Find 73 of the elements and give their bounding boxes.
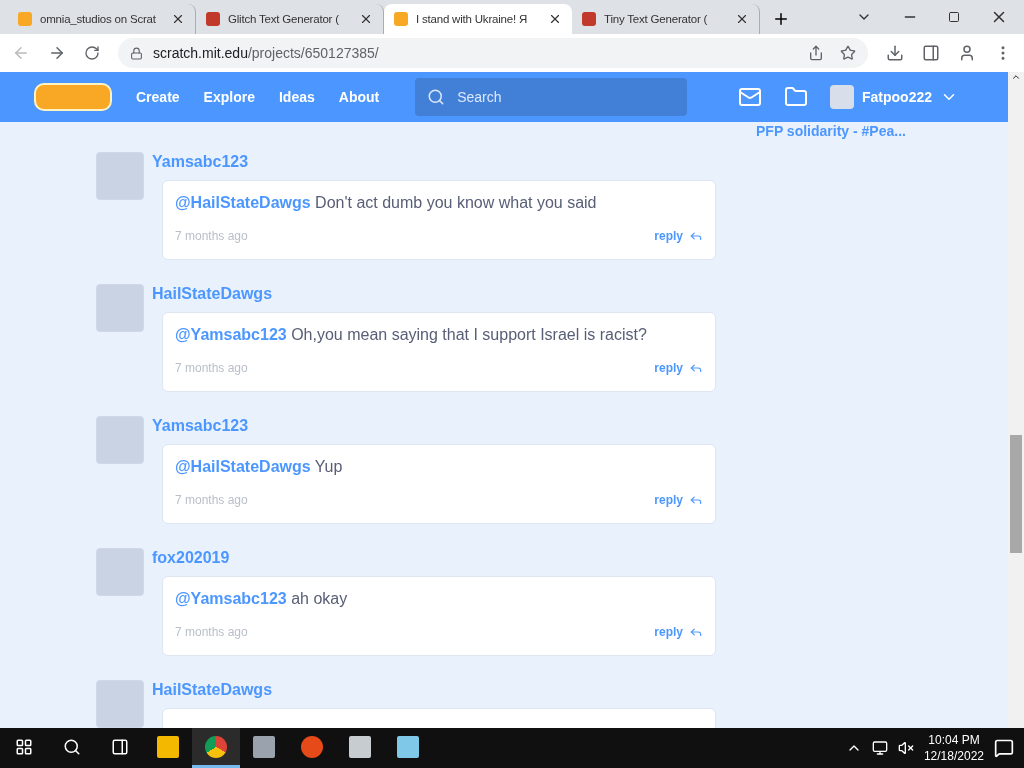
close-icon[interactable] [548, 12, 562, 26]
close-icon[interactable] [171, 12, 185, 26]
taskbar-app[interactable] [192, 728, 240, 768]
browser-tab[interactable]: I stand with Ukraine! Я [384, 4, 572, 34]
reply-link[interactable]: reply [654, 625, 703, 639]
avatar-icon [830, 85, 854, 109]
favicon-icon [582, 12, 596, 26]
reply-link[interactable]: reply [654, 361, 703, 375]
muted-speaker-icon[interactable] [897, 740, 914, 756]
mention-link[interactable]: @Yamsabc123 [175, 590, 287, 607]
notification-icon[interactable] [994, 738, 1014, 758]
profile-icon[interactable] [958, 44, 976, 62]
comment-author[interactable]: Yamsabc123 [152, 152, 716, 172]
username[interactable]: Fatpoo222 [862, 89, 932, 105]
nav-link[interactable]: Explore [191, 89, 267, 105]
star-icon[interactable] [840, 45, 856, 61]
reply-link[interactable]: reply [654, 229, 703, 243]
app-icon [157, 735, 179, 758]
comment-time: 7 months ago [175, 625, 248, 639]
scrollbar-thumb[interactable] [1010, 435, 1022, 553]
scroll-up-icon[interactable] [1011, 72, 1021, 82]
task-view-icon[interactable] [111, 737, 129, 756]
nav-link[interactable]: Create [124, 89, 192, 105]
address-bar[interactable]: scratch.mit.edu/projects/650127385/ [118, 38, 868, 68]
comment-author[interactable]: HailStateDawgs [152, 680, 716, 700]
lock-icon [130, 46, 143, 60]
network-icon[interactable] [871, 740, 888, 756]
comment-text: @HailStateDawgs Yup [175, 457, 344, 477]
comment-text: @HailStateDawgs Don't act dumb you know what you said [175, 193, 598, 213]
reply-link[interactable]: reply [654, 493, 703, 507]
app-icon [349, 735, 371, 758]
comment-text: @Yamsabc123 Oh,you mean saying that I support Israel is racist? [175, 325, 648, 345]
favicon-icon [18, 12, 32, 26]
close-icon[interactable] [735, 12, 749, 26]
search-field[interactable]: Search [415, 78, 688, 116]
comment-text: @Yamsabc123 ah okay [175, 589, 349, 609]
comment-time: 7 months ago [175, 229, 248, 243]
folder-icon[interactable] [784, 85, 808, 109]
side-panel-icon[interactable] [922, 44, 940, 62]
clock[interactable]: 10:04 PM 12/18/2022 [923, 732, 984, 764]
forward-icon[interactable] [48, 44, 66, 62]
download-icon[interactable] [886, 44, 904, 62]
maximize-icon[interactable] [948, 11, 960, 23]
comment-author[interactable]: Yamsabc123 [152, 416, 716, 436]
comment-author[interactable]: fox202019 [152, 548, 716, 568]
search-input[interactable]: Search [455, 88, 676, 106]
app-icon [301, 735, 323, 758]
start-icon[interactable] [15, 737, 33, 756]
search-icon [427, 88, 446, 106]
new-tab-icon[interactable] [772, 10, 790, 28]
mail-icon[interactable] [738, 85, 762, 109]
reply-icon [689, 493, 703, 507]
favicon-icon [206, 12, 220, 26]
reload-icon[interactable] [84, 45, 100, 61]
close-icon[interactable] [359, 12, 373, 26]
app-icon [397, 735, 419, 758]
nav-link[interactable]: Ideas [266, 89, 327, 105]
comment-author[interactable]: HailStateDawgs [152, 284, 716, 304]
mention-link[interactable]: @Yamsabc123 [175, 326, 287, 343]
mention-link[interactable]: @HailStateDawgs [175, 458, 311, 475]
reply-icon [689, 625, 703, 639]
reply-icon [689, 229, 703, 243]
nav-link[interactable]: About [326, 89, 392, 105]
share-icon[interactable] [808, 45, 824, 61]
comment-time: 7 months ago [175, 361, 248, 375]
reply-icon [689, 361, 703, 375]
mention-link[interactable]: @HailStateDawgs [175, 194, 311, 211]
studio-link[interactable]: PFP solidarity - #Pea... [756, 123, 906, 139]
search-icon[interactable] [63, 737, 81, 756]
comment-time: 7 months ago [175, 493, 248, 507]
app-icon [205, 735, 227, 758]
app-icon [253, 735, 275, 758]
favicon-icon [394, 12, 408, 26]
